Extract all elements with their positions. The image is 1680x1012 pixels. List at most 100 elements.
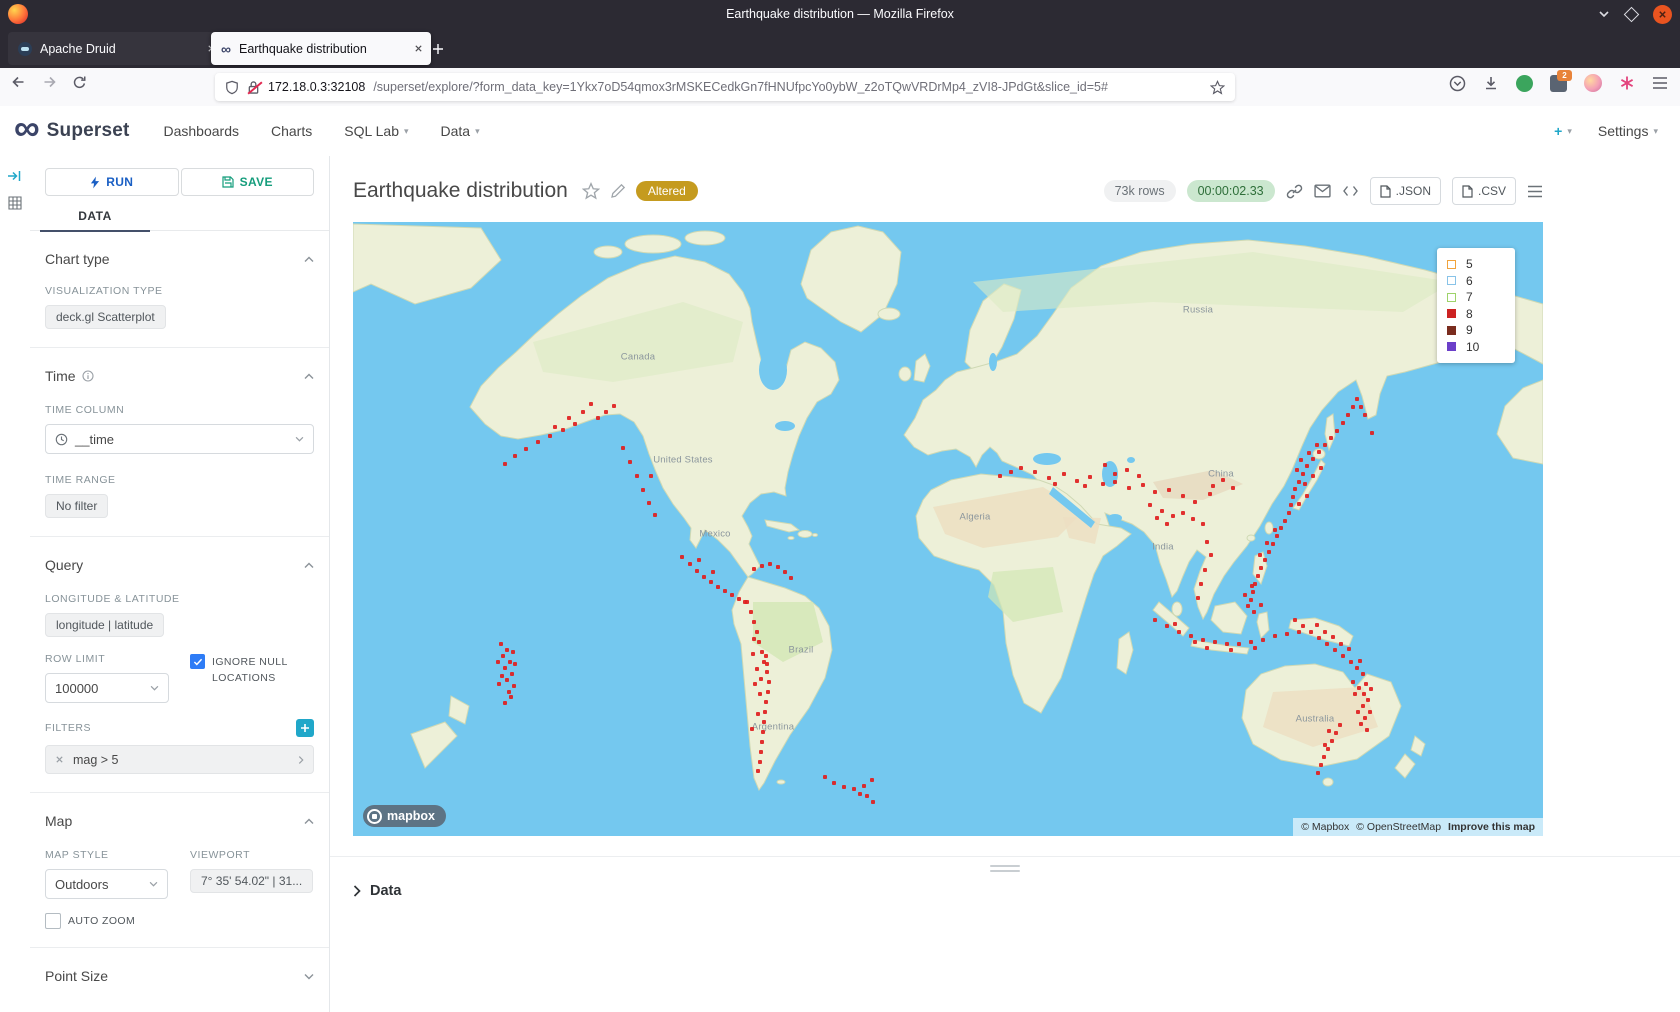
resize-grip[interactable] xyxy=(990,865,1020,872)
more-menu-icon[interactable] xyxy=(1527,185,1543,198)
bolt-icon xyxy=(90,176,100,189)
back-icon[interactable] xyxy=(10,74,27,90)
attrib-mapbox[interactable]: © Mapbox xyxy=(1301,821,1349,833)
hudson-bay xyxy=(759,350,787,390)
browser-tabstrip: Apache Druid ∞ Earthquake distribution xyxy=(0,28,1680,68)
reload-icon[interactable] xyxy=(72,75,87,90)
close-window-icon[interactable] xyxy=(1653,5,1672,24)
section-title: Chart type xyxy=(45,251,110,267)
share-link-icon[interactable] xyxy=(1286,183,1303,200)
plus-icon: + xyxy=(1554,123,1562,139)
chevron-up-icon xyxy=(304,256,314,263)
land-taiwan xyxy=(1265,522,1273,534)
map-legend: 5678910 xyxy=(1437,248,1515,363)
data-panel-toggle[interactable]: Data xyxy=(353,883,1680,899)
minimize-icon[interactable] xyxy=(1598,10,1610,18)
deckgl-map[interactable]: CanadaUnited StatesMexicoBrazilArgentina… xyxy=(353,222,1543,836)
baltic-sea xyxy=(989,353,997,371)
mapbox-logo[interactable]: mapbox xyxy=(363,805,446,827)
filter-chip[interactable]: mag > 5 xyxy=(45,745,314,774)
file-icon xyxy=(1380,185,1391,198)
section-header-query[interactable]: Query xyxy=(45,557,314,573)
downloads-icon[interactable] xyxy=(1483,75,1499,91)
land-iceland xyxy=(878,308,900,320)
settings-label: Settings xyxy=(1598,123,1649,139)
land-hispaniola xyxy=(798,531,812,538)
embed-code-icon[interactable] xyxy=(1342,184,1359,198)
pocket-icon[interactable] xyxy=(1449,75,1466,92)
dataset-grid-icon[interactable] xyxy=(8,196,22,210)
tab-close-icon[interactable] xyxy=(414,44,423,53)
superset-logo[interactable]: ∞ Superset xyxy=(14,120,130,143)
lonlat-value[interactable]: longitude | latitude xyxy=(45,613,164,637)
info-icon xyxy=(82,370,94,382)
insecure-lock-icon[interactable] xyxy=(247,80,260,95)
section-header-point-size[interactable]: Point Size xyxy=(45,968,314,984)
section-header-map[interactable]: Map xyxy=(45,813,314,829)
legend-label: 7 xyxy=(1466,290,1473,304)
land-ireland xyxy=(899,367,911,381)
url-input[interactable]: 172.18.0.3:32108 /superset/explore/?form… xyxy=(215,73,1235,101)
export-csv-button[interactable]: .CSV xyxy=(1452,177,1516,205)
legend-label: 8 xyxy=(1466,307,1473,321)
section-header-chart-type[interactable]: Chart type xyxy=(45,251,314,267)
extension-green-icon[interactable] xyxy=(1516,75,1533,92)
nav-item-dashboards[interactable]: Dashboards xyxy=(164,123,240,139)
chevron-down-icon: ▾ xyxy=(1653,126,1658,137)
hamburger-menu-icon[interactable] xyxy=(1652,76,1668,90)
auto-zoom-checkbox[interactable] xyxy=(45,913,61,929)
bookmark-star-icon[interactable] xyxy=(1210,80,1225,95)
map-style-value: Outdoors xyxy=(55,877,108,892)
browser-tab-earthquake[interactable]: ∞ Earthquake distribution xyxy=(211,32,431,65)
altered-badge[interactable]: Altered xyxy=(636,181,698,201)
land-hokkaido xyxy=(1313,449,1325,459)
extension-badged-icon[interactable]: 2 xyxy=(1550,75,1567,92)
map-style-select[interactable]: Outdoors xyxy=(45,869,168,899)
chevron-up-icon xyxy=(304,562,314,569)
chevron-right-icon xyxy=(298,755,304,765)
remove-filter-icon[interactable] xyxy=(55,755,64,764)
collapse-panel-icon[interactable] xyxy=(7,168,23,184)
new-tab-button[interactable] xyxy=(425,36,451,62)
viz-type-value[interactable]: deck.gl Scatterplot xyxy=(45,305,166,329)
shield-icon[interactable] xyxy=(225,80,239,95)
rowlimit-select[interactable]: 100000 xyxy=(45,673,169,703)
nav-item-data[interactable]: Data ▾ xyxy=(441,123,480,139)
settings-menu[interactable]: Settings ▾ xyxy=(1598,123,1658,139)
section-title: Point Size xyxy=(45,968,108,984)
tab-data[interactable]: DATA xyxy=(40,202,150,232)
maximize-icon[interactable] xyxy=(1624,6,1640,22)
section-title: Map xyxy=(45,813,72,829)
run-button[interactable]: RUN xyxy=(45,168,179,196)
time-column-select[interactable]: __time xyxy=(45,424,314,454)
chevron-right-icon xyxy=(353,885,361,897)
section-header-time[interactable]: Time xyxy=(45,368,314,384)
legend-label: 5 xyxy=(1466,257,1473,271)
viz-type-label: VISUALIZATION TYPE xyxy=(45,285,314,297)
attrib-improve-link[interactable]: Improve this map xyxy=(1448,821,1535,833)
nav-item-sql-lab[interactable]: SQL Lab ▾ xyxy=(344,123,408,139)
attrib-osm[interactable]: © OpenStreetMap xyxy=(1356,821,1441,833)
viewport-value[interactable]: 7° 35' 54.02" | 31... xyxy=(190,869,313,893)
export-csv-label: .CSV xyxy=(1478,184,1506,198)
forward-icon[interactable] xyxy=(41,74,58,90)
ignore-null-checkbox[interactable] xyxy=(190,654,205,669)
brand-name: Superset xyxy=(47,120,130,142)
save-disk-icon xyxy=(222,176,234,188)
nav-item-charts[interactable]: Charts xyxy=(271,123,312,139)
add-filter-button[interactable] xyxy=(296,719,314,737)
export-json-button[interactable]: .JSON xyxy=(1370,177,1441,205)
section-title: Time xyxy=(45,368,76,384)
legend-item: 9 xyxy=(1447,322,1505,339)
email-icon[interactable] xyxy=(1314,184,1331,198)
tab-title: Apache Druid xyxy=(40,42,199,56)
window-titlebar: Earthquake distribution — Mozilla Firefo… xyxy=(0,0,1680,28)
time-range-value[interactable]: No filter xyxy=(45,494,108,518)
favorite-star-icon[interactable] xyxy=(582,182,600,200)
edit-pencil-icon[interactable] xyxy=(610,183,626,199)
extension-asterisk-icon[interactable] xyxy=(1619,75,1635,91)
save-button[interactable]: SAVE xyxy=(181,168,315,196)
browser-tab-druid[interactable]: Apache Druid xyxy=(8,32,224,65)
account-avatar[interactable] xyxy=(1584,74,1602,92)
new-item-button[interactable]: + ▾ xyxy=(1554,123,1572,139)
